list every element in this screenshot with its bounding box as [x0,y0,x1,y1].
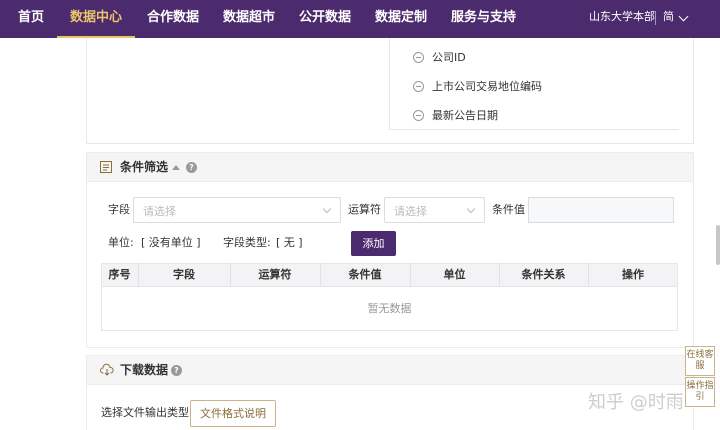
chevron-down-icon[interactable] [678,11,689,22]
col-header-action: 操作 [622,268,644,281]
unit-label: 单位: [108,236,134,249]
file-type-label: 选择文件输出类型 [101,406,189,419]
field-item-trading-code: 上市公司交易地位编码 [432,80,542,93]
field-type-value: [ 无 ] [276,236,303,249]
guide-button[interactable]: 操作指引 [685,377,715,407]
remove-circle-icon[interactable] [413,52,424,63]
filter-section-title: 条件筛选 [120,160,169,174]
col-header-relation: 条件关系 [521,268,566,281]
field-label: 字段 [108,203,130,216]
add-condition-button[interactable]: 添加 [351,231,396,256]
file-format-help-button[interactable]: 文件格式说明 [190,400,276,427]
remove-circle-icon[interactable] [413,110,424,121]
help-icon[interactable]: ? [186,162,197,173]
nav-item-public-data[interactable]: 公开数据 [299,0,351,38]
org-name[interactable]: 山东大学本部 [589,0,655,34]
collapse-caret-icon[interactable] [172,165,180,170]
scrollbar-thumb[interactable] [716,225,720,265]
watermark: 知乎 @时雨 [588,392,684,413]
remove-circle-icon[interactable] [413,81,424,92]
nav-item-custom-data[interactable]: 数据定制 [375,0,427,38]
online-service-button[interactable]: 在线客服 [685,346,715,376]
operator-select-placeholder: 请选择 [394,205,427,218]
field-item-latest-announce-date: 最新公告日期 [432,109,498,122]
col-header-value: 条件值 [348,268,382,281]
col-header-operator: 运算符 [258,268,292,281]
field-item-company-id: 公司ID [432,51,466,64]
help-icon[interactable]: ? [171,365,182,376]
top-nav: 首页 数据中心 合作数据 数据超市 公开数据 数据定制 服务与支持 山东大学本部… [0,0,720,38]
nav-item-data-center[interactable]: 数据中心 [57,0,136,38]
condition-value-label: 条件值 [492,203,525,216]
col-header-field: 字段 [173,268,195,281]
download-section-title: 下载数据 [120,363,169,377]
unit-value: [ 没有单位 ] [141,236,201,249]
operator-select[interactable]: 请选择 [384,197,485,223]
field-type-label: 字段类型: [223,236,271,249]
nav-divider [655,11,656,25]
field-select-placeholder: 请选择 [143,205,176,218]
field-select[interactable]: 请选择 [133,197,341,223]
operator-label: 运算符 [348,203,381,216]
nav-item-data-market[interactable]: 数据超市 [223,0,275,38]
condition-value-input[interactable] [528,197,674,223]
table-empty-text: 暂无数据 [367,302,412,315]
language-switch[interactable]: 简 [663,0,674,34]
col-header-unit: 单位 [443,268,466,281]
chevron-down-icon [466,204,476,214]
nav-item-partner-data[interactable]: 合作数据 [147,0,199,38]
nav-item-service-support[interactable]: 服务与支持 [451,0,516,38]
col-header-index: 序号 [108,268,131,281]
cloud-download-icon [100,363,114,376]
filter-list-icon [100,161,112,173]
chevron-down-icon [322,204,332,214]
nav-item-home[interactable]: 首页 [18,0,44,38]
